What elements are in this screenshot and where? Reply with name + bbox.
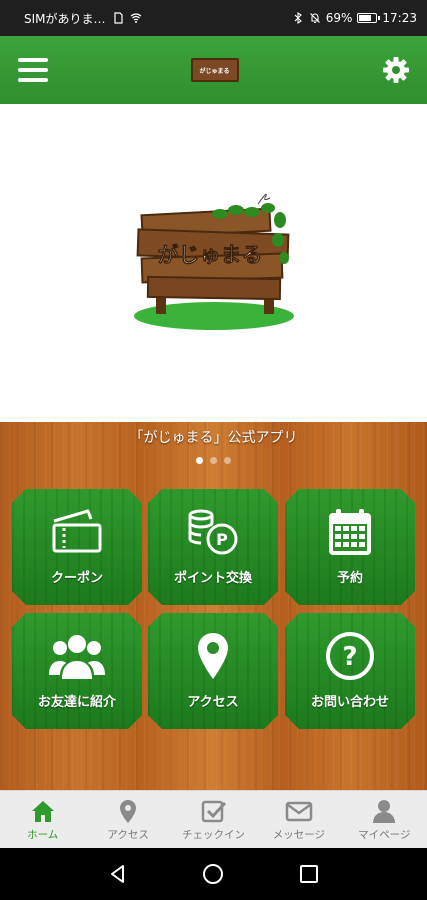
- nav-checkin[interactable]: チェックイン: [171, 791, 256, 848]
- header-logo: がじゅまる: [190, 58, 239, 82]
- nav-label: チェックイン: [182, 828, 246, 841]
- coupon-button[interactable]: クーポン: [12, 489, 142, 605]
- signboard-illustration: がじゅまる: [134, 193, 294, 330]
- header-logo-text: がじゅまる: [199, 67, 230, 75]
- carrier-text: SIMがありま…: [24, 11, 106, 26]
- bell-off-icon: [309, 13, 320, 24]
- status-bar: SIMがありま… 69% 17:23: [0, 0, 427, 36]
- signboard-logo: がじゅまる: [128, 184, 296, 334]
- map-pin-icon: [120, 799, 137, 823]
- home-circle-icon[interactable]: [201, 862, 225, 886]
- nav-label: アクセス: [107, 828, 149, 841]
- people-icon: [49, 635, 105, 679]
- clock: 17:23: [382, 11, 417, 25]
- hero-banner: がじゅまる: [0, 104, 427, 422]
- refer-friend-button[interactable]: お友達に紹介: [12, 613, 142, 729]
- nav-label: マイページ: [358, 828, 411, 841]
- system-nav-bar: [0, 848, 427, 900]
- nav-mypage[interactable]: マイページ: [342, 791, 427, 848]
- carousel-dots: [0, 457, 427, 464]
- hamburger-menu-icon[interactable]: [18, 58, 48, 82]
- app-header: がじゅまる: [0, 36, 427, 104]
- map-pin-icon: [198, 633, 228, 679]
- tile-label: お友達に紹介: [37, 695, 116, 710]
- contact-button[interactable]: ? お問い合わせ: [285, 613, 415, 729]
- tile-label: クーポン: [50, 571, 103, 586]
- sim-card-icon: [113, 12, 123, 24]
- bottom-nav: ホーム アクセス チェックイン メッセージ マイページ: [0, 790, 427, 848]
- nav-access[interactable]: アクセス: [85, 791, 170, 848]
- recents-square-icon[interactable]: [297, 862, 321, 886]
- nav-message[interactable]: メッセージ: [256, 791, 341, 848]
- svg-text:?: ?: [342, 642, 357, 672]
- back-triangle-icon[interactable]: [106, 862, 130, 886]
- person-icon: [373, 799, 396, 823]
- gear-icon[interactable]: [381, 55, 411, 85]
- carousel-dot[interactable]: [196, 457, 203, 464]
- tile-label: ポイント交換: [173, 571, 252, 586]
- carousel-dot[interactable]: [224, 457, 231, 464]
- tile-label: お問い合わせ: [310, 695, 389, 710]
- coins-points-icon: P: [188, 509, 238, 555]
- tile-label: アクセス: [187, 695, 239, 710]
- point-exchange-button[interactable]: P ポイント交換: [148, 489, 278, 605]
- app-title: 「がじゅまる」公式アプリ: [129, 430, 298, 446]
- tile-label: 予約: [336, 571, 363, 586]
- access-button[interactable]: アクセス: [148, 613, 278, 729]
- nav-home[interactable]: ホーム: [0, 791, 85, 848]
- home-icon: [31, 800, 54, 822]
- nav-label: メッセージ: [272, 828, 326, 841]
- calendar-icon: [329, 509, 371, 555]
- battery-percent: 69%: [325, 11, 353, 25]
- envelope-icon: [285, 801, 313, 821]
- reservation-button[interactable]: 予約: [285, 489, 415, 605]
- bluetooth-icon: [294, 12, 302, 24]
- carousel-dot[interactable]: [210, 457, 217, 464]
- checkbox-icon: [201, 800, 226, 822]
- svg-text:P: P: [216, 530, 228, 549]
- question-icon: ?: [326, 632, 374, 680]
- signboard-text: がじゅまる: [158, 243, 263, 267]
- ticket-icon: [52, 509, 102, 553]
- wifi-icon: [130, 13, 141, 23]
- menu-area: 「がじゅまる」公式アプリ クーポン P ポイント交換 予約 お友達に紹介 アクセ…: [0, 422, 427, 790]
- nav-label: ホーム: [27, 828, 59, 841]
- battery-icon: [357, 13, 381, 23]
